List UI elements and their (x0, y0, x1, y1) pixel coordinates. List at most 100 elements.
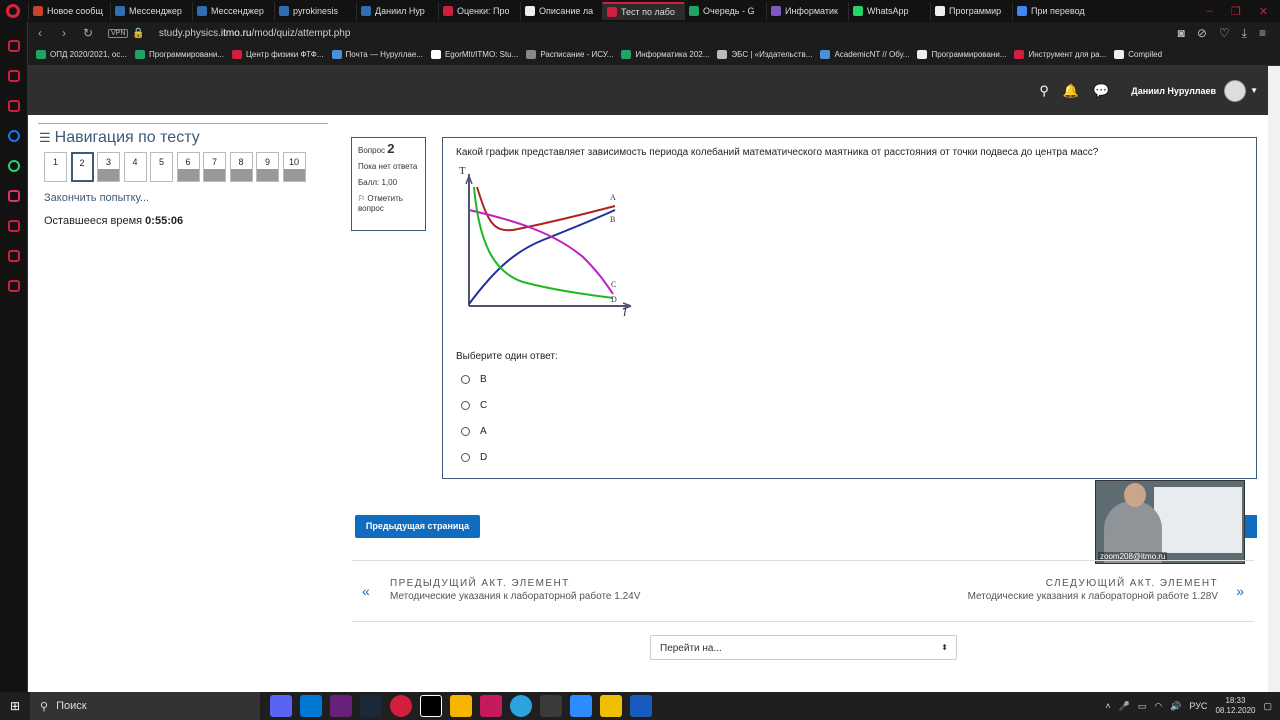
bookmark-item[interactable]: Программировани... (917, 50, 1006, 59)
reload-icon[interactable]: ↻ (76, 26, 100, 40)
clock[interactable]: 18:33 08.12.2020 (1215, 696, 1255, 716)
bookmark-item[interactable]: Инструмент для ра... (1014, 50, 1106, 59)
browser-tab[interactable]: Программир (930, 2, 1012, 20)
quiz-nav-button-10[interactable]: 10 (282, 152, 306, 182)
quiz-nav-button-5[interactable]: 5 (150, 152, 173, 182)
whatsapp-icon[interactable] (7, 160, 20, 172)
answer-radio[interactable] (461, 374, 470, 384)
minimize-icon[interactable]: – (1207, 5, 1213, 18)
bookmark-item[interactable]: Почта — Нуруллае... (331, 50, 423, 59)
finish-attempt-link[interactable]: Закончить попытку... (44, 192, 328, 204)
bookmark-item[interactable]: Информатика 202... (621, 50, 709, 59)
camera-icon[interactable]: ◙ (1178, 26, 1185, 41)
sublime-icon[interactable] (450, 695, 472, 717)
bookmark-item[interactable]: AcademicNT // Обу... (820, 50, 909, 59)
visual-studio-icon[interactable] (330, 695, 352, 717)
bookmark-item[interactable]: Расписание - ИСУ... (526, 50, 613, 59)
answer-option[interactable]: A (461, 418, 487, 444)
url-field[interactable]: study.physics.itmo.ru/mod/quiz/attempt.p… (159, 28, 351, 39)
quiz-nav-button-9[interactable]: 9 (256, 152, 279, 182)
twitch-icon[interactable] (7, 100, 20, 112)
adblock-icon[interactable]: ⊘ (1197, 26, 1207, 41)
browser-tab[interactable]: WhatsApp (848, 2, 930, 20)
intellij-icon[interactable] (420, 695, 442, 717)
notepad-icon[interactable] (540, 695, 562, 717)
forward-icon[interactable]: › (52, 26, 76, 40)
user-menu-caret-icon[interactable]: ▼ (1250, 86, 1258, 95)
prev-activity-link[interactable]: ПРЕДЫДУЩИЙ АКТ. ЭЛЕМЕНТ Методические ука… (390, 578, 640, 602)
volume-icon[interactable]: 🔊 (1170, 701, 1181, 712)
discord-icon[interactable] (270, 695, 292, 717)
quiz-nav-button-2[interactable]: 2 (70, 152, 94, 182)
heart-icon[interactable]: ♡ (1219, 26, 1230, 41)
bell-icon[interactable]: 🔔 (1063, 83, 1079, 99)
battery-icon[interactable]: ▭ (1138, 701, 1147, 712)
browser-tab[interactable]: pyrokinesis (274, 2, 356, 20)
video-call-overlay[interactable]: zoom208@itmo.ru (1095, 480, 1245, 564)
answer-option[interactable]: D (461, 444, 487, 470)
answer-radio[interactable] (461, 400, 470, 410)
maximize-icon[interactable]: ❐ (1231, 5, 1241, 18)
windows-start-icon[interactable]: ⊞ (0, 699, 30, 713)
messenger-icon[interactable] (7, 130, 20, 142)
bag-icon[interactable] (7, 70, 20, 82)
close-icon[interactable]: ✕ (1259, 5, 1268, 18)
double-chevron-left-icon[interactable]: « (362, 583, 370, 599)
browser-tab[interactable]: Тест по лабо (602, 2, 684, 20)
wifi-icon[interactable]: ◠ (1154, 701, 1162, 712)
page-scrollbar[interactable] (1268, 66, 1280, 692)
next-activity-link[interactable]: СЛЕДУЮЩИЙ АКТ. ЭЛЕМЕНТ Методические указ… (968, 578, 1218, 602)
language-indicator[interactable]: РУС (1189, 701, 1207, 711)
answer-option[interactable]: B (461, 366, 487, 392)
quiz-nav-button-7[interactable]: 7 (203, 152, 226, 182)
browser-tab[interactable]: Мессенджер (192, 2, 274, 20)
explorer-folder-icon[interactable] (600, 695, 622, 717)
vscode-icon[interactable] (300, 695, 322, 717)
quiz-nav-button-4[interactable]: 4 (123, 152, 147, 182)
browser-tab[interactable]: Новое сообщ (28, 2, 110, 20)
opera-icon[interactable] (390, 695, 412, 717)
browser-tab[interactable]: Оценки: Про (438, 2, 520, 20)
bookmark-item[interactable]: Центр физики ФТФ... (232, 50, 324, 59)
microphone-icon[interactable]: 🎤 (1119, 701, 1130, 712)
back-icon[interactable]: ‹ (28, 26, 52, 40)
word-icon[interactable] (630, 695, 652, 717)
steam-icon[interactable] (360, 695, 382, 717)
link-icon[interactable]: ⚲ (1039, 83, 1049, 99)
bookmark-item[interactable]: Compiled (1114, 50, 1162, 59)
double-chevron-right-icon[interactable]: » (1236, 583, 1244, 599)
opera-logo-icon[interactable] (6, 4, 20, 18)
vpn-badge[interactable]: VPN (108, 28, 129, 38)
browser-tab[interactable]: Информатик (766, 2, 848, 20)
rider-icon[interactable] (480, 695, 502, 717)
speed-dial-icon[interactable] (7, 40, 20, 52)
history-icon[interactable] (7, 220, 20, 232)
telegram-icon[interactable] (510, 695, 532, 717)
quiz-nav-button-8[interactable]: 8 (229, 152, 253, 182)
zoom-icon[interactable] (570, 695, 592, 717)
quiz-nav-button-1[interactable]: 1 (44, 152, 67, 182)
browser-tab[interactable]: Даниил Нур (356, 2, 438, 20)
previous-page-button[interactable]: Предыдущая страница (355, 515, 480, 538)
answer-radio[interactable] (461, 426, 470, 436)
browser-tab[interactable]: Описание ла (520, 2, 602, 20)
browser-tab[interactable]: Мессенджер (110, 2, 192, 20)
menu-icon[interactable]: ≡ (1259, 26, 1266, 41)
settings-gear-icon[interactable] (7, 280, 20, 292)
instagram-icon[interactable] (7, 190, 20, 202)
chat-icon[interactable]: 💬 (1093, 83, 1109, 99)
browser-tab[interactable]: При перевод (1012, 2, 1094, 20)
quiz-nav-button-6[interactable]: 6 (176, 152, 200, 182)
bookmark-item[interactable]: ЭБС | «Издательств... (717, 50, 812, 59)
bookmark-item[interactable]: Программировани... (135, 50, 224, 59)
answer-option[interactable]: C (461, 392, 487, 418)
avatar[interactable] (1224, 79, 1247, 102)
download-icon[interactable]: ⤓ (1242, 26, 1247, 41)
notifications-icon[interactable]: ▢ (1263, 701, 1272, 712)
quiz-nav-button-3[interactable]: 3 (97, 152, 120, 182)
tray-up-arrow-icon[interactable]: ˄ (1105, 701, 1110, 711)
user-name[interactable]: Даниил Нуруллаев (1131, 86, 1216, 96)
answer-radio[interactable] (461, 452, 470, 462)
bookmark-item[interactable]: EgorMIt/ITMO: Stu... (430, 50, 518, 59)
browser-tab[interactable]: Очередь - G (684, 2, 766, 20)
